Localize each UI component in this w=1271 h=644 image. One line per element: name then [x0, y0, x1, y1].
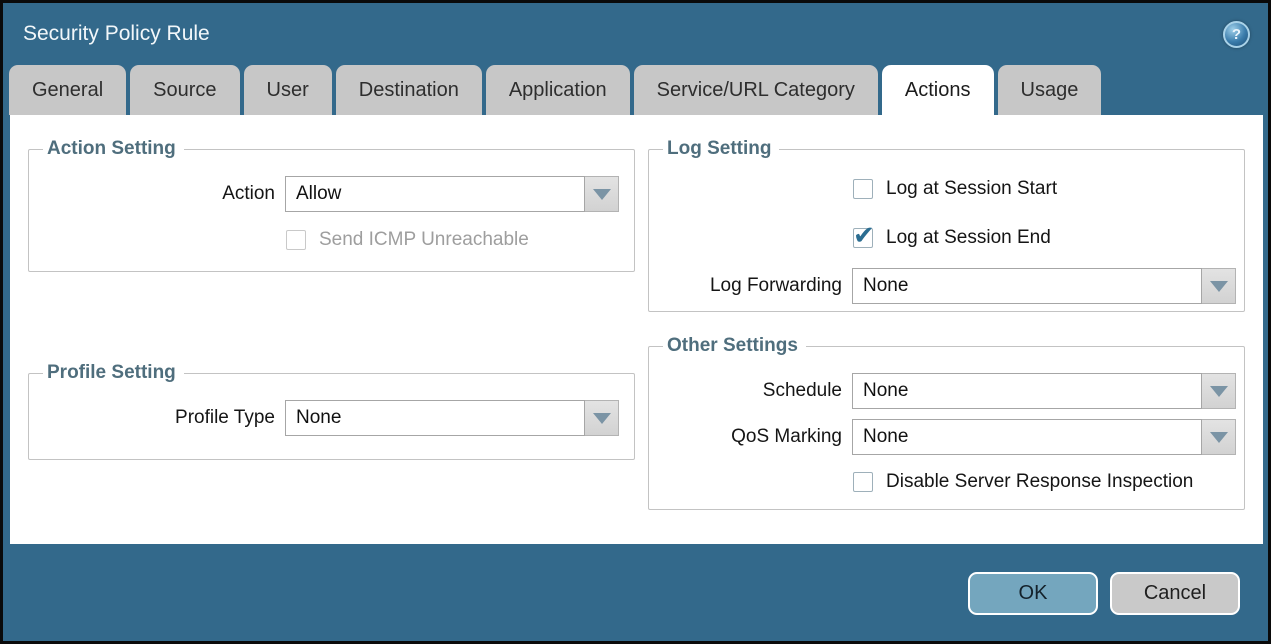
chevron-down-icon — [593, 413, 611, 424]
action-dropdown-button[interactable] — [585, 176, 619, 212]
schedule-dropdown-button[interactable] — [1202, 373, 1236, 409]
log-forwarding-dropdown-value: None — [852, 268, 1202, 304]
actions-tab-panel: Action Setting Action Allow Send ICMP Un… — [10, 115, 1263, 544]
dialog-title: Security Policy Rule — [23, 22, 210, 46]
tab-general[interactable]: General — [9, 65, 126, 115]
profile-type-label: Profile Type — [37, 407, 275, 429]
qos-marking-dropdown[interactable]: None — [852, 419, 1236, 455]
tab-service-url-category[interactable]: Service/URL Category — [634, 65, 878, 115]
checkbox-box[interactable] — [853, 472, 873, 492]
schedule-label: Schedule — [657, 380, 842, 402]
help-icon[interactable]: ? — [1223, 21, 1250, 48]
qos-marking-dropdown-button[interactable] — [1202, 419, 1236, 455]
checkbox-box[interactable] — [286, 230, 306, 250]
qos-marking-dropdown-value: None — [852, 419, 1202, 455]
log-at-session-end-label: Log at Session End — [886, 227, 1051, 249]
tab-actions[interactable]: Actions — [882, 65, 994, 115]
profile-type-dropdown-value: None — [285, 400, 585, 436]
qos-marking-label: QoS Marking — [657, 426, 842, 448]
chevron-down-icon — [1210, 386, 1228, 397]
tab-application[interactable]: Application — [486, 65, 630, 115]
send-icmp-unreachable-label: Send ICMP Unreachable — [319, 229, 529, 251]
profile-setting-group: Profile Setting Profile Type None — [28, 362, 635, 460]
profile-setting-legend: Profile Setting — [43, 362, 184, 384]
log-at-session-start-checkbox[interactable]: Log at Session Start — [853, 178, 1236, 200]
log-forwarding-dropdown[interactable]: None — [852, 268, 1236, 304]
schedule-dropdown-value: None — [852, 373, 1202, 409]
other-settings-legend: Other Settings — [663, 335, 806, 357]
tab-bar: General Source User Destination Applicat… — [3, 65, 1268, 115]
log-forwarding-dropdown-button[interactable] — [1202, 268, 1236, 304]
security-policy-rule-dialog: Security Policy Rule ? General Source Us… — [0, 0, 1271, 644]
action-setting-legend: Action Setting — [43, 138, 184, 160]
chevron-down-icon — [593, 189, 611, 200]
chevron-down-icon — [1210, 432, 1228, 443]
tab-usage[interactable]: Usage — [998, 65, 1102, 115]
action-label: Action — [37, 183, 275, 205]
action-setting-group: Action Setting Action Allow Send ICMP Un… — [28, 138, 635, 272]
disable-server-response-inspection-checkbox[interactable]: Disable Server Response Inspection — [853, 471, 1236, 493]
action-dropdown-value: Allow — [285, 176, 585, 212]
other-settings-group: Other Settings Schedule None QoS Marking… — [648, 335, 1245, 510]
tab-source[interactable]: Source — [130, 65, 239, 115]
chevron-down-icon — [1210, 281, 1228, 292]
checkbox-box[interactable] — [853, 179, 873, 199]
tab-destination[interactable]: Destination — [336, 65, 482, 115]
log-forwarding-label: Log Forwarding — [657, 275, 842, 297]
send-icmp-unreachable-checkbox[interactable]: Send ICMP Unreachable — [286, 229, 626, 251]
action-dropdown[interactable]: Allow — [285, 176, 619, 212]
dialog-footer: OK Cancel — [968, 572, 1240, 615]
titlebar: Security Policy Rule ? — [3, 3, 1268, 65]
checkbox-box[interactable] — [853, 228, 873, 248]
schedule-dropdown[interactable]: None — [852, 373, 1236, 409]
log-at-session-start-label: Log at Session Start — [886, 178, 1057, 200]
profile-type-dropdown[interactable]: None — [285, 400, 619, 436]
log-setting-group: Log Setting Log at Session Start Log at … — [648, 138, 1245, 312]
log-at-session-end-checkbox[interactable]: Log at Session End — [853, 227, 1236, 249]
profile-type-dropdown-button[interactable] — [585, 400, 619, 436]
tab-user[interactable]: User — [244, 65, 332, 115]
ok-button[interactable]: OK — [968, 572, 1098, 615]
log-setting-legend: Log Setting — [663, 138, 779, 160]
disable-server-response-inspection-label: Disable Server Response Inspection — [886, 471, 1193, 493]
cancel-button[interactable]: Cancel — [1110, 572, 1240, 615]
